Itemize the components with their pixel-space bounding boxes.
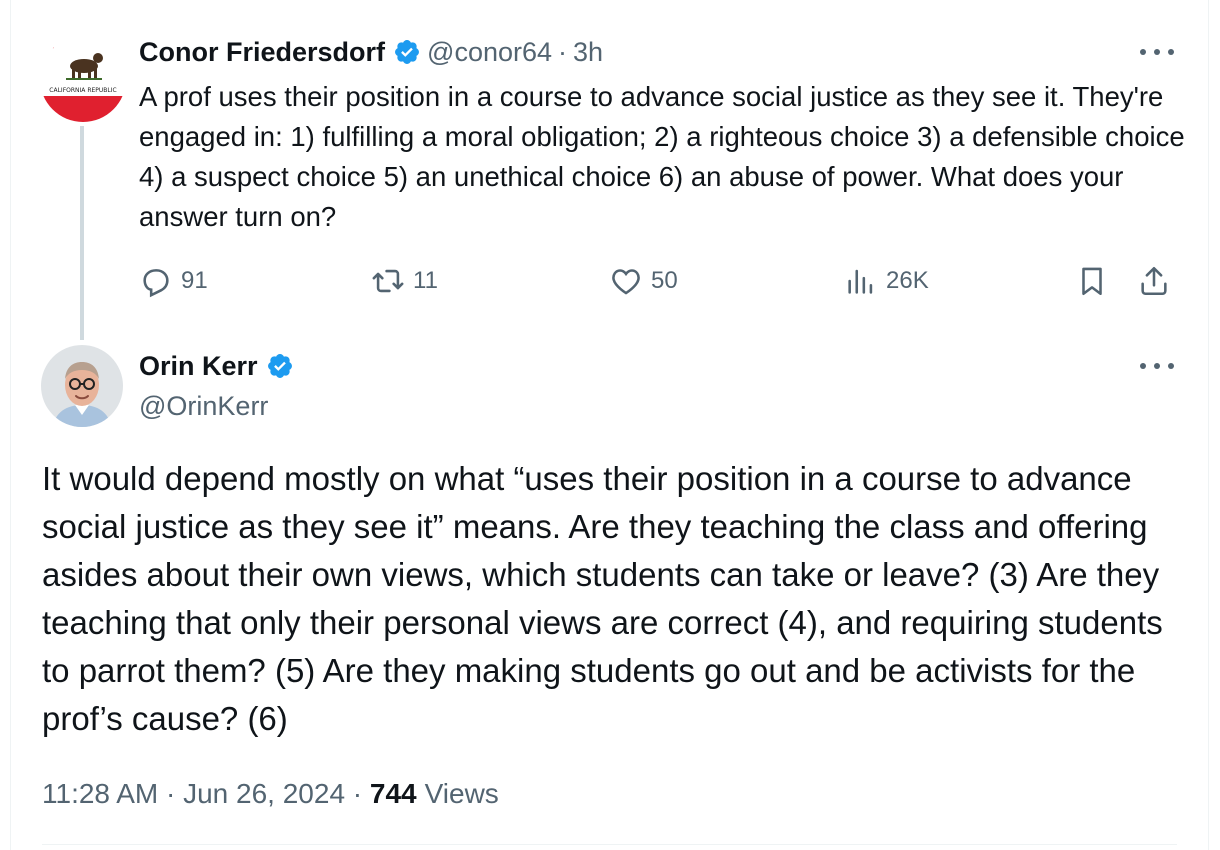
california-flag-bear-icon: CALIFORNIA REPUBLIC — [40, 36, 126, 122]
repost-button[interactable]: 11 — [371, 258, 438, 304]
separator-dot: · — [558, 36, 568, 67]
parent-tweet-text: A prof uses their position in a course t… — [139, 81, 1185, 232]
tweet-timestamp[interactable]: 11:28 AM · Jun 26, 2024 · — [42, 778, 370, 810]
verified-badge-icon — [267, 354, 292, 378]
verified-badge-icon — [395, 40, 419, 64]
parent-more-options-icon[interactable] — [1140, 42, 1174, 62]
like-count: 50 — [651, 267, 678, 294]
reply-tweet-text: It would depend mostly on what “uses the… — [42, 460, 1163, 737]
profile-photo-icon — [41, 345, 123, 427]
reply-icon — [143, 269, 169, 298]
bookmark-icon — [1082, 267, 1102, 296]
tweet-views-label: Views — [424, 778, 499, 809]
parent-tweet-actions: 91 11 50 26K — [139, 258, 1179, 304]
svg-text:CALIFORNIA REPUBLIC: CALIFORNIA REPUBLIC — [49, 87, 116, 94]
reply-author-row: Orin Kerr — [139, 346, 300, 386]
heart-icon — [612, 269, 640, 295]
reply-button[interactable]: 91 — [139, 258, 208, 304]
like-button[interactable]: 50 — [609, 258, 678, 304]
reply-author-name[interactable]: Orin Kerr — [139, 351, 258, 382]
reply-count: 91 — [181, 267, 208, 294]
tweet-views-count: 744 — [369, 778, 417, 809]
repost-icon — [372, 269, 404, 293]
parent-tweet-time[interactable]: 3h — [573, 37, 603, 68]
parent-author-handle[interactable]: @conor64 — [427, 37, 552, 68]
share-icon — [1141, 266, 1167, 296]
share-button[interactable] — [1137, 258, 1179, 304]
views-count: 26K — [886, 267, 929, 294]
tweet-metadata: 11:28 AM · Jun 26, 2024 · 744 Views — [42, 772, 499, 816]
repost-count: 11 — [413, 267, 438, 294]
avatar-orin-kerr[interactable] — [41, 345, 123, 427]
reply-more-options-icon[interactable] — [1140, 356, 1174, 376]
parent-author-name[interactable]: Conor Friedersdorf — [139, 37, 385, 68]
avatar-california-flag[interactable]: CALIFORNIA REPUBLIC — [40, 36, 126, 122]
views-chart-icon — [848, 269, 873, 294]
parent-tweet-header: Conor Friedersdorf @conor64 · 3h — [139, 32, 603, 72]
divider — [42, 844, 1177, 845]
reply-author-handle[interactable]: @OrinKerr — [139, 387, 268, 425]
views-button[interactable]: 26K — [844, 258, 929, 304]
bookmark-button[interactable] — [1075, 258, 1117, 304]
thread-connector-line — [80, 126, 84, 340]
